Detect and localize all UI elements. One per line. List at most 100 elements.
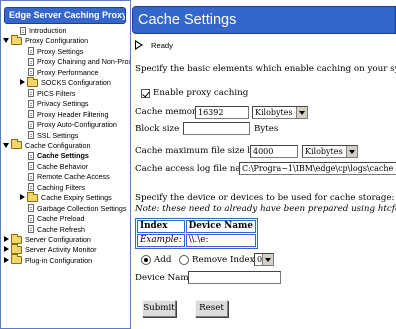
- device-heading: Specify the device or devices to be used…: [135, 193, 395, 203]
- folder-icon: [11, 254, 22, 265]
- sidebar-item-cache-refresh[interactable]: Cache Refresh: [28, 224, 85, 235]
- sidebar-item-label: Introduction: [29, 26, 67, 35]
- sidebar-item-proxy-configuration[interactable]: Proxy Configuration: [3, 34, 89, 46]
- sidebar-item-cache-settings[interactable]: Cache Settings: [28, 150, 89, 161]
- sidebar-item-label: SSL Settings: [37, 130, 79, 140]
- block-size-label: Block size: [135, 124, 180, 134]
- remove-index-radio[interactable]: [179, 255, 189, 265]
- enable-caching-label: Enable proxy caching: [153, 88, 249, 98]
- navigation-sidebar: Edge Server Caching Proxy Introduction Pr…: [0, 0, 131, 329]
- device-name-input[interactable]: [188, 271, 281, 284]
- sidebar-item-garbage-collection-settings[interactable]: Garbage Collection Settings: [28, 203, 127, 214]
- table-header-device-name: Device Name: [185, 220, 256, 233]
- sidebar-item-proxy-performance[interactable]: Proxy Performance: [28, 67, 99, 78]
- sidebar-item-pics-filters[interactable]: PICS Filters: [28, 88, 75, 99]
- sidebar-item-cache-expiry-settings[interactable]: Cache Expiry Settings: [19, 191, 112, 203]
- sidebar-item-label: Cache Behavior: [37, 161, 89, 171]
- enable-caching-checkbox[interactable]: [141, 89, 150, 98]
- block-size-unit-label: Bytes: [254, 124, 279, 134]
- sidebar-item-label: Plug-in Configuration: [25, 255, 93, 265]
- remove-index-select[interactable]: 0: [254, 253, 274, 266]
- sidebar-item-label: Proxy Chaining and Non-Proxy: [37, 57, 131, 67]
- sidebar-item-label: Caching Filters: [37, 182, 85, 192]
- sidebar-item-label: Proxy Header Filtering: [37, 109, 109, 119]
- page-icon: [28, 99, 34, 108]
- cache-memory-unit-value: Kilobytes: [255, 108, 293, 117]
- sidebar-header: Edge Server Caching Proxy: [4, 7, 126, 24]
- sidebar-item-cache-configuration[interactable]: Cache Configuration: [3, 139, 91, 151]
- sidebar-item-label: Cache Expiry Settings: [41, 193, 112, 203]
- collapsed-arrow-icon[interactable]: [19, 194, 26, 201]
- sidebar-item-cache-behavior[interactable]: Cache Behavior: [28, 161, 88, 172]
- cache-memory-input[interactable]: 16392: [195, 106, 249, 119]
- chevron-down-icon: [346, 146, 357, 157]
- page-icon: [28, 120, 34, 129]
- sidebar-item-label: Remote Cache Access: [37, 172, 110, 182]
- page-icon: [28, 214, 34, 223]
- access-log-label: Cache access log file name: [135, 164, 254, 174]
- remove-index-label: Remove Index: [192, 255, 255, 265]
- table-header-row: Index Device Name: [137, 220, 256, 233]
- folder-icon: [27, 76, 38, 87]
- collapsed-arrow-icon[interactable]: [3, 246, 10, 253]
- cache-memory-unit-select[interactable]: Kilobytes: [252, 106, 308, 119]
- sidebar-item-ssl-settings[interactable]: SSL Settings: [28, 130, 78, 141]
- expanded-arrow-icon[interactable]: [3, 142, 10, 149]
- table-cell-device: \\.\e:: [185, 234, 256, 247]
- sidebar-item-label: Cache Configuration: [25, 140, 91, 150]
- sidebar-item-label: Cache Settings: [37, 151, 89, 161]
- device-name-label: Device Name: [135, 273, 194, 283]
- sidebar-item-label: Proxy Auto-Configuration: [37, 120, 117, 130]
- chevron-down-icon: [296, 107, 307, 118]
- table-cell-example: Example:: [137, 234, 185, 247]
- sidebar-item-cache-preload[interactable]: Cache Preload: [28, 213, 85, 224]
- table-header-index: Index: [137, 220, 185, 233]
- max-file-size-input[interactable]: 4000: [250, 145, 298, 158]
- page-icon: [28, 68, 34, 77]
- page-icon: [28, 172, 34, 181]
- access-log-input[interactable]: C:\Progra~1\IBM\edge\cp\logs\cache: [239, 162, 396, 175]
- intro-text: Specify the basic elements which enable …: [135, 64, 396, 74]
- sidebar-item-proxy-header-filtering[interactable]: Proxy Header Filtering: [28, 109, 109, 120]
- status-row: Ready: [135, 40, 173, 50]
- open-folder-icon: [11, 139, 22, 150]
- page-icon: [28, 183, 34, 192]
- max-file-size-unit-select[interactable]: Kilobytes: [302, 145, 358, 158]
- sidebar-item-label: Cache Preload: [37, 214, 85, 224]
- folder-icon: [27, 191, 38, 202]
- sidebar-item-proxy-chaining-and-non-proxy[interactable]: Proxy Chaining and Non-Proxy: [28, 56, 131, 67]
- page-icon: [28, 204, 34, 213]
- play-icon: [135, 40, 143, 50]
- folder-icon: [11, 233, 22, 244]
- block-size-input[interactable]: [183, 122, 250, 135]
- sidebar-item-label: Proxy Configuration: [25, 36, 89, 46]
- page-icon: [20, 26, 26, 35]
- sidebar-item-privacy-settings[interactable]: Privacy Settings: [28, 98, 89, 109]
- collapsed-arrow-icon[interactable]: [3, 256, 10, 264]
- add-radio[interactable]: [141, 255, 151, 265]
- status-text: Ready: [151, 40, 173, 50]
- sidebar-item-proxy-settings[interactable]: Proxy Settings: [28, 46, 83, 57]
- cache-memory-label: Cache memory: [135, 107, 202, 117]
- sidebar-item-plug-in-configuration[interactable]: Plug-in Configuration: [3, 254, 93, 266]
- submit-button[interactable]: Submit: [142, 300, 176, 317]
- sidebar-item-label: Proxy Performance: [37, 67, 99, 77]
- page-icon: [28, 225, 34, 234]
- max-file-size-unit-value: Kilobytes: [305, 147, 343, 156]
- sidebar-item-socks-configuration[interactable]: SOCKS Configuration: [19, 76, 111, 88]
- sidebar-item-proxy-auto-configuration[interactable]: Proxy Auto-Configuration: [28, 119, 117, 130]
- folder-icon: [11, 243, 22, 254]
- reset-button[interactable]: Reset: [195, 300, 228, 317]
- sidebar-item-caching-filters[interactable]: Caching Filters: [28, 182, 85, 193]
- collapsed-arrow-icon[interactable]: [3, 236, 10, 243]
- page-icon: [28, 89, 34, 98]
- add-radio-label: Add: [154, 255, 172, 265]
- expanded-arrow-icon[interactable]: [3, 37, 10, 44]
- table-row: Example: \\.\e:: [137, 234, 256, 247]
- sidebar-item-remote-cache-access[interactable]: Remote Cache Access: [28, 171, 110, 182]
- sidebar-item-introduction[interactable]: Introduction: [20, 25, 67, 36]
- page-title: Cache Settings: [132, 6, 396, 34]
- page-icon: [28, 131, 34, 139]
- sidebar-item-label: SOCKS Configuration: [41, 78, 111, 88]
- collapsed-arrow-icon[interactable]: [19, 79, 26, 86]
